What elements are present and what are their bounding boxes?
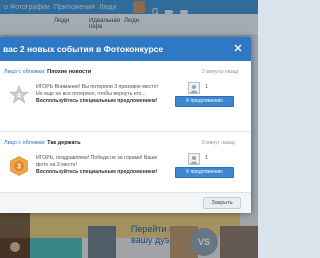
event-message-cta: Воспользуйтесь специальным предложением! [36, 97, 158, 104]
badge-number: 4 [17, 93, 21, 100]
close-button[interactable]: Закрыть [203, 197, 241, 209]
event-message: ИГОРЬ Внимание! Вы потеряли 3 призовое м… [36, 84, 160, 104]
event-title: Плохие новости [47, 69, 92, 75]
offer-button[interactable]: К предложению [175, 167, 234, 178]
event-message-text: ИГОРЬ Внимание! Вы потеряли 3 призовое м… [36, 84, 158, 97]
event-heading: Лицо с обложки: Плохие новости [4, 69, 91, 75]
rank-down-star-icon: 4 [9, 85, 29, 105]
event-item: Лицо с обложки: Так держать 5 минут наза… [0, 131, 251, 191]
photo-thumbnail-icon[interactable] [188, 81, 200, 94]
photo-thumbnail-icon[interactable] [188, 152, 200, 165]
event-time: 2 минуты назад [202, 69, 239, 75]
badge-number: 3 [17, 164, 21, 171]
events-modal: вас 2 новых события в Фотоконкурсе Лицо … [0, 37, 251, 213]
close-icon[interactable] [233, 43, 243, 53]
rank-up-medal-icon: 3 [9, 156, 29, 176]
event-message-text: ИГОРЬ, поздравляем! Победа не за горами!… [36, 155, 158, 168]
event-time: 5 минут назад [202, 140, 235, 146]
modal-title: вас 2 новых события в Фотоконкурсе [3, 44, 164, 54]
modal-header: вас 2 новых события в Фотоконкурсе [0, 37, 251, 61]
thumbnail-count: 1 [205, 84, 209, 90]
event-message: ИГОРЬ, поздравляем! Победа не за горами!… [36, 155, 160, 175]
thumbnail-count: 1 [205, 155, 209, 161]
event-source-link[interactable]: Лицо с обложки: [4, 69, 46, 75]
event-message-cta: Воспользуйтесь специальным предложением! [36, 168, 158, 175]
modal-footer: Закрыть [0, 192, 251, 213]
event-heading: Лицо с обложки: Так держать [4, 140, 81, 146]
event-source-link[interactable]: Лицо с обложки: [4, 140, 46, 146]
event-title: Так держать [47, 140, 81, 146]
offer-button[interactable]: К предложению [175, 96, 234, 107]
event-item: Лицо с обложки: Плохие новости 2 минуты … [0, 61, 251, 121]
